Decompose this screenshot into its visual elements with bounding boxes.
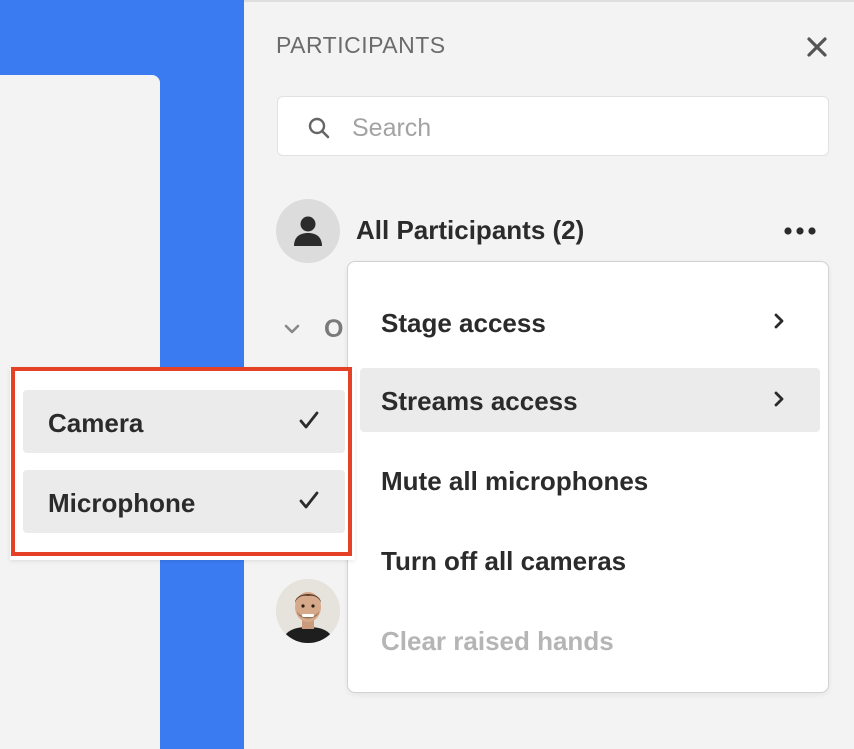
menu-item-stage-access[interactable]: Stage access bbox=[360, 290, 820, 354]
search-input[interactable] bbox=[350, 107, 814, 149]
menu-item-turn-off-all-cameras[interactable]: Turn off all cameras bbox=[360, 528, 820, 592]
submenu-item-label: Camera bbox=[48, 408, 144, 438]
more-horizontal-icon bbox=[784, 227, 816, 235]
menu-item-label: Mute all microphones bbox=[381, 466, 649, 496]
app-window: PARTICIPANTS All Participants (2) bbox=[0, 0, 854, 749]
menu-item-streams-access[interactable]: Streams access bbox=[360, 368, 820, 432]
chevron-right-icon bbox=[774, 391, 784, 407]
participants-actions-menu: Stage access Streams access Mute all mic… bbox=[347, 261, 829, 693]
checkmark-icon bbox=[299, 491, 319, 509]
chevron-down-icon bbox=[284, 324, 300, 334]
all-participants-label: All Participants (2) bbox=[356, 215, 585, 245]
checkmark-icon bbox=[299, 411, 319, 429]
submenu-item-camera[interactable]: Camera bbox=[23, 390, 345, 453]
participant-avatar bbox=[276, 579, 340, 643]
all-participants-row: All Participants (2) bbox=[276, 199, 832, 263]
close-icon bbox=[807, 37, 827, 57]
search-icon bbox=[308, 117, 330, 139]
menu-item-mute-all-microphones[interactable]: Mute all microphones bbox=[360, 448, 820, 512]
participant-photo bbox=[276, 579, 340, 643]
chevron-right-icon bbox=[774, 313, 784, 329]
section-label: O bbox=[324, 315, 344, 343]
more-options-button[interactable] bbox=[776, 219, 824, 243]
menu-item-label: Streams access bbox=[381, 386, 578, 416]
submenu-item-label: Microphone bbox=[48, 488, 196, 518]
menu-item-clear-raised-hands: Clear raised hands bbox=[360, 608, 820, 672]
menu-item-label: Stage access bbox=[381, 308, 546, 338]
avatar bbox=[276, 199, 340, 263]
person-icon bbox=[294, 216, 322, 246]
menu-item-label: Clear raised hands bbox=[381, 626, 614, 656]
panel-title: PARTICIPANTS bbox=[276, 32, 446, 58]
close-button[interactable] bbox=[802, 32, 832, 62]
submenu-item-microphone[interactable]: Microphone bbox=[23, 470, 345, 533]
menu-item-label: Turn off all cameras bbox=[381, 546, 627, 576]
streams-access-submenu: Camera Microphone bbox=[10, 368, 355, 560]
search-box bbox=[277, 96, 829, 156]
